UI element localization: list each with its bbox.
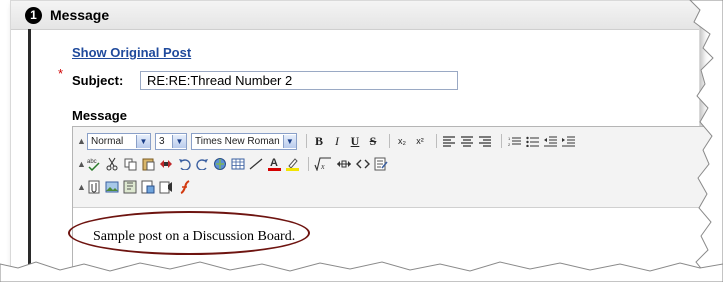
paragraph-style-select[interactable]: Normal ▼ <box>87 132 151 150</box>
toolbar-separator <box>308 157 309 171</box>
insert-audio-icon[interactable] <box>159 179 173 195</box>
insert-image-icon[interactable] <box>105 179 119 195</box>
align-center-icon[interactable] <box>460 133 474 149</box>
insert-flash-icon[interactable] <box>177 179 191 195</box>
insert-mashup-icon[interactable] <box>141 179 155 195</box>
chevron-down-icon: ▼ <box>282 134 296 148</box>
font-size-value: 3 <box>159 135 165 147</box>
collapse-icon[interactable]: ▲ <box>77 136 86 146</box>
attach-file-icon[interactable] <box>87 179 101 195</box>
collapse-icon[interactable]: ▲ <box>77 159 86 169</box>
toolbar-separator <box>501 134 502 148</box>
copy-icon[interactable] <box>123 156 137 172</box>
outdent-icon[interactable] <box>543 133 557 149</box>
text-color-icon[interactable]: A <box>267 156 281 172</box>
insert-link-icon[interactable] <box>213 156 227 172</box>
insert-table-icon[interactable] <box>231 156 245 172</box>
toolbar-row-1: ▲ Normal ▼ 3 ▼ Times New Roman ▼ B I U S… <box>77 131 579 151</box>
rich-text-editor: ▲ Normal ▼ 3 ▼ Times New Roman ▼ B I U S… <box>72 126 714 278</box>
svg-text:1: 1 <box>508 136 511 141</box>
preview-icon[interactable] <box>374 156 388 172</box>
math-equation-icon[interactable]: x <box>314 156 332 172</box>
required-marker: * <box>58 66 64 81</box>
italic-button[interactable]: I <box>330 133 344 149</box>
subscript-button[interactable]: x₂ <box>395 133 409 149</box>
editor-content-text: Sample post on a Discussion Board. <box>93 229 296 244</box>
bold-button[interactable]: B <box>312 133 326 149</box>
chevron-down-icon: ▼ <box>172 134 186 148</box>
insert-line-icon[interactable] <box>249 156 263 172</box>
step-title: Message <box>50 7 110 23</box>
screenshot: 1 Message Show Original Post * Subject: … <box>0 0 723 282</box>
svg-text:abc: abc <box>87 159 97 165</box>
resize-icon[interactable] <box>336 156 352 172</box>
underline-button[interactable]: U <box>348 133 362 149</box>
show-original-post-link[interactable]: Show Original Post <box>72 45 191 60</box>
message-label: Message <box>72 108 127 123</box>
svg-text:2: 2 <box>508 142 511 147</box>
toolbar-separator <box>436 134 437 148</box>
toolbar-separator <box>306 134 307 148</box>
html-source-icon[interactable] <box>356 156 370 172</box>
step-number-badge: 1 <box>25 7 42 24</box>
paste-icon[interactable] <box>141 156 155 172</box>
svg-text:A: A <box>270 157 278 169</box>
font-family-select[interactable]: Times New Roman ▼ <box>191 132 297 150</box>
subject-input[interactable] <box>140 71 458 90</box>
align-right-icon[interactable] <box>478 133 492 149</box>
toolbar-row-3: ▲ <box>77 177 195 197</box>
step-header: 1 Message <box>11 1 699 30</box>
strikethrough-button[interactable]: S <box>366 133 380 149</box>
highlight-color-icon[interactable] <box>285 156 299 172</box>
insert-media-icon[interactable] <box>123 179 137 195</box>
svg-text:x: x <box>320 162 325 171</box>
step-left-rule <box>28 29 31 271</box>
bullet-list-icon[interactable] <box>525 133 539 149</box>
paragraph-style-value: Normal <box>91 135 124 147</box>
superscript-button[interactable]: x² <box>413 133 427 149</box>
font-size-select[interactable]: 3 ▼ <box>155 132 187 150</box>
toolbar-separator <box>389 134 390 148</box>
redo-icon[interactable] <box>195 156 209 172</box>
toolbar-row-2: ▲ abc A x <box>77 154 392 174</box>
find-replace-icon[interactable] <box>159 156 173 172</box>
font-family-value: Times New Roman <box>195 135 280 147</box>
collapse-icon[interactable]: ▲ <box>77 182 86 192</box>
numbered-list-icon[interactable]: 12 <box>507 133 521 149</box>
editor-content-area[interactable]: Sample post on a Discussion Board. <box>73 207 713 278</box>
cut-icon[interactable] <box>105 156 119 172</box>
indent-icon[interactable] <box>561 133 575 149</box>
subject-label: Subject: <box>72 73 124 88</box>
chevron-down-icon: ▼ <box>136 134 150 148</box>
undo-icon[interactable] <box>177 156 191 172</box>
align-left-icon[interactable] <box>442 133 456 149</box>
spellcheck-icon[interactable]: abc <box>87 156 101 172</box>
